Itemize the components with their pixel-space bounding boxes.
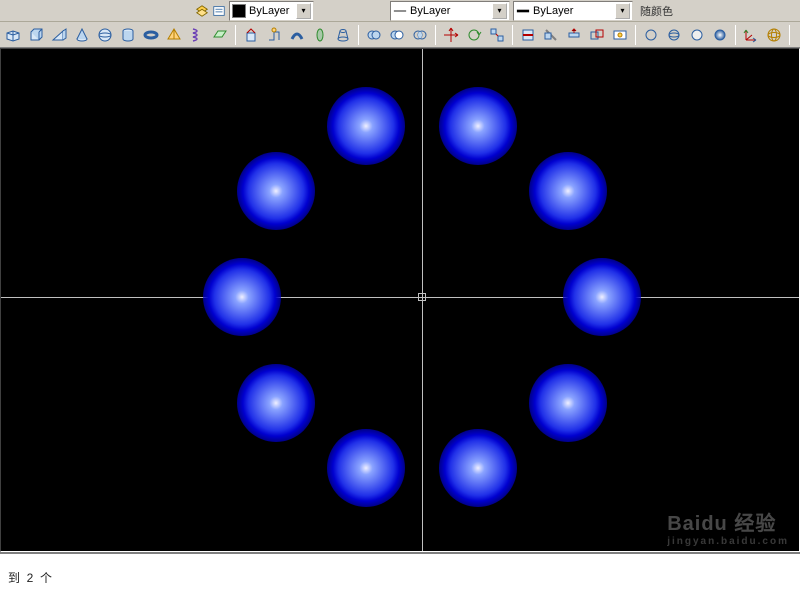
properties-toolbar: ByLayer ▾ ByLayer ▾ ByLayer ▾ 随颜色 [0,0,800,22]
dropdown-arrow-icon: ▾ [615,3,630,19]
dropdown-arrow-icon: ▾ [296,3,311,19]
random-color-label: 随颜色 [636,1,677,21]
sphere-object[interactable] [327,87,405,165]
cone-button[interactable] [71,24,93,46]
command-text: 到 2 个 [8,569,52,586]
cursor-pickbox [418,293,426,301]
sphere-object[interactable] [237,364,315,442]
sphere-object[interactable] [203,258,281,336]
helix-button[interactable] [186,24,208,46]
layer-filter-icon[interactable] [212,4,226,18]
sphere-object[interactable] [439,87,517,165]
sphere-object[interactable] [563,258,641,336]
dropdown-arrow-icon: ▾ [492,3,507,19]
sectionplane-button[interactable] [517,24,539,46]
toolbar-separator [358,25,359,45]
watermark: Baidu 经验 jingyan.baidu.com [667,507,789,547]
watermark-main: Baidu 经验 [667,513,776,535]
linetype-icon [393,4,407,18]
color-swatch-icon [232,4,246,18]
presspull-button[interactable] [263,24,285,46]
3dmove-button[interactable] [440,24,462,46]
toolbar-separator [512,25,513,45]
visualstyle-3dwire-button[interactable] [663,24,685,46]
visualstyle-hidden-button[interactable] [686,24,708,46]
toolbar-separator [435,25,436,45]
box-button[interactable] [25,24,47,46]
torus-button[interactable] [140,24,162,46]
sweep-button[interactable] [286,24,308,46]
sphere-object[interactable] [327,429,405,507]
lineweight-dropdown[interactable]: ByLayer ▾ [513,1,633,21]
command-line[interactable]: 到 2 个 [0,552,800,600]
sphere-object[interactable] [529,152,607,230]
extrude-button[interactable] [240,24,262,46]
sphere-object[interactable] [237,152,315,230]
sphere-button[interactable] [94,24,116,46]
revolve-button[interactable] [309,24,331,46]
ucs-button[interactable] [740,24,762,46]
visualstyle-2dwire-button[interactable] [640,24,662,46]
toolbar-separator [235,25,236,45]
toolbar-separator [789,25,790,45]
linetype-label: ByLayer [410,5,450,17]
layer-color-dropdown[interactable]: ByLayer ▾ [229,1,314,21]
thicken-button[interactable] [563,24,585,46]
modeling-toolbar [0,22,800,48]
sphere-object[interactable] [529,364,607,442]
union-button[interactable] [363,24,385,46]
drawing-viewport[interactable]: Baidu 经验 jingyan.baidu.com [0,48,800,552]
interfere-button[interactable] [586,24,608,46]
planarsurf-button[interactable] [209,24,231,46]
3dalign-button[interactable] [486,24,508,46]
crosshair-horizontal [1,297,799,298]
visualstyle-realistic-button[interactable] [709,24,731,46]
linetype-dropdown[interactable]: ByLayer ▾ [390,1,510,21]
layers-stack-icon[interactable] [195,4,209,18]
toolbar-separator [735,25,736,45]
lineweight-icon [516,4,530,18]
wedge-button[interactable] [48,24,70,46]
3dorbit-button[interactable] [763,24,785,46]
loft-button[interactable] [332,24,354,46]
sphere-object[interactable] [439,429,517,507]
watermark-sub: jingyan.baidu.com [667,536,789,547]
flatshot-button[interactable] [609,24,631,46]
cylinder-button[interactable] [117,24,139,46]
toolbar-separator [635,25,636,45]
3drotate-button[interactable] [463,24,485,46]
layer-color-label: ByLayer [249,5,289,17]
app-window: ByLayer ▾ ByLayer ▾ ByLayer ▾ 随颜色 [0,0,800,600]
intersect-button[interactable] [409,24,431,46]
slice-button[interactable] [540,24,562,46]
polysolid-button[interactable] [2,24,24,46]
lineweight-label: ByLayer [533,5,573,17]
subtract-button[interactable] [386,24,408,46]
pyramid-button[interactable] [163,24,185,46]
